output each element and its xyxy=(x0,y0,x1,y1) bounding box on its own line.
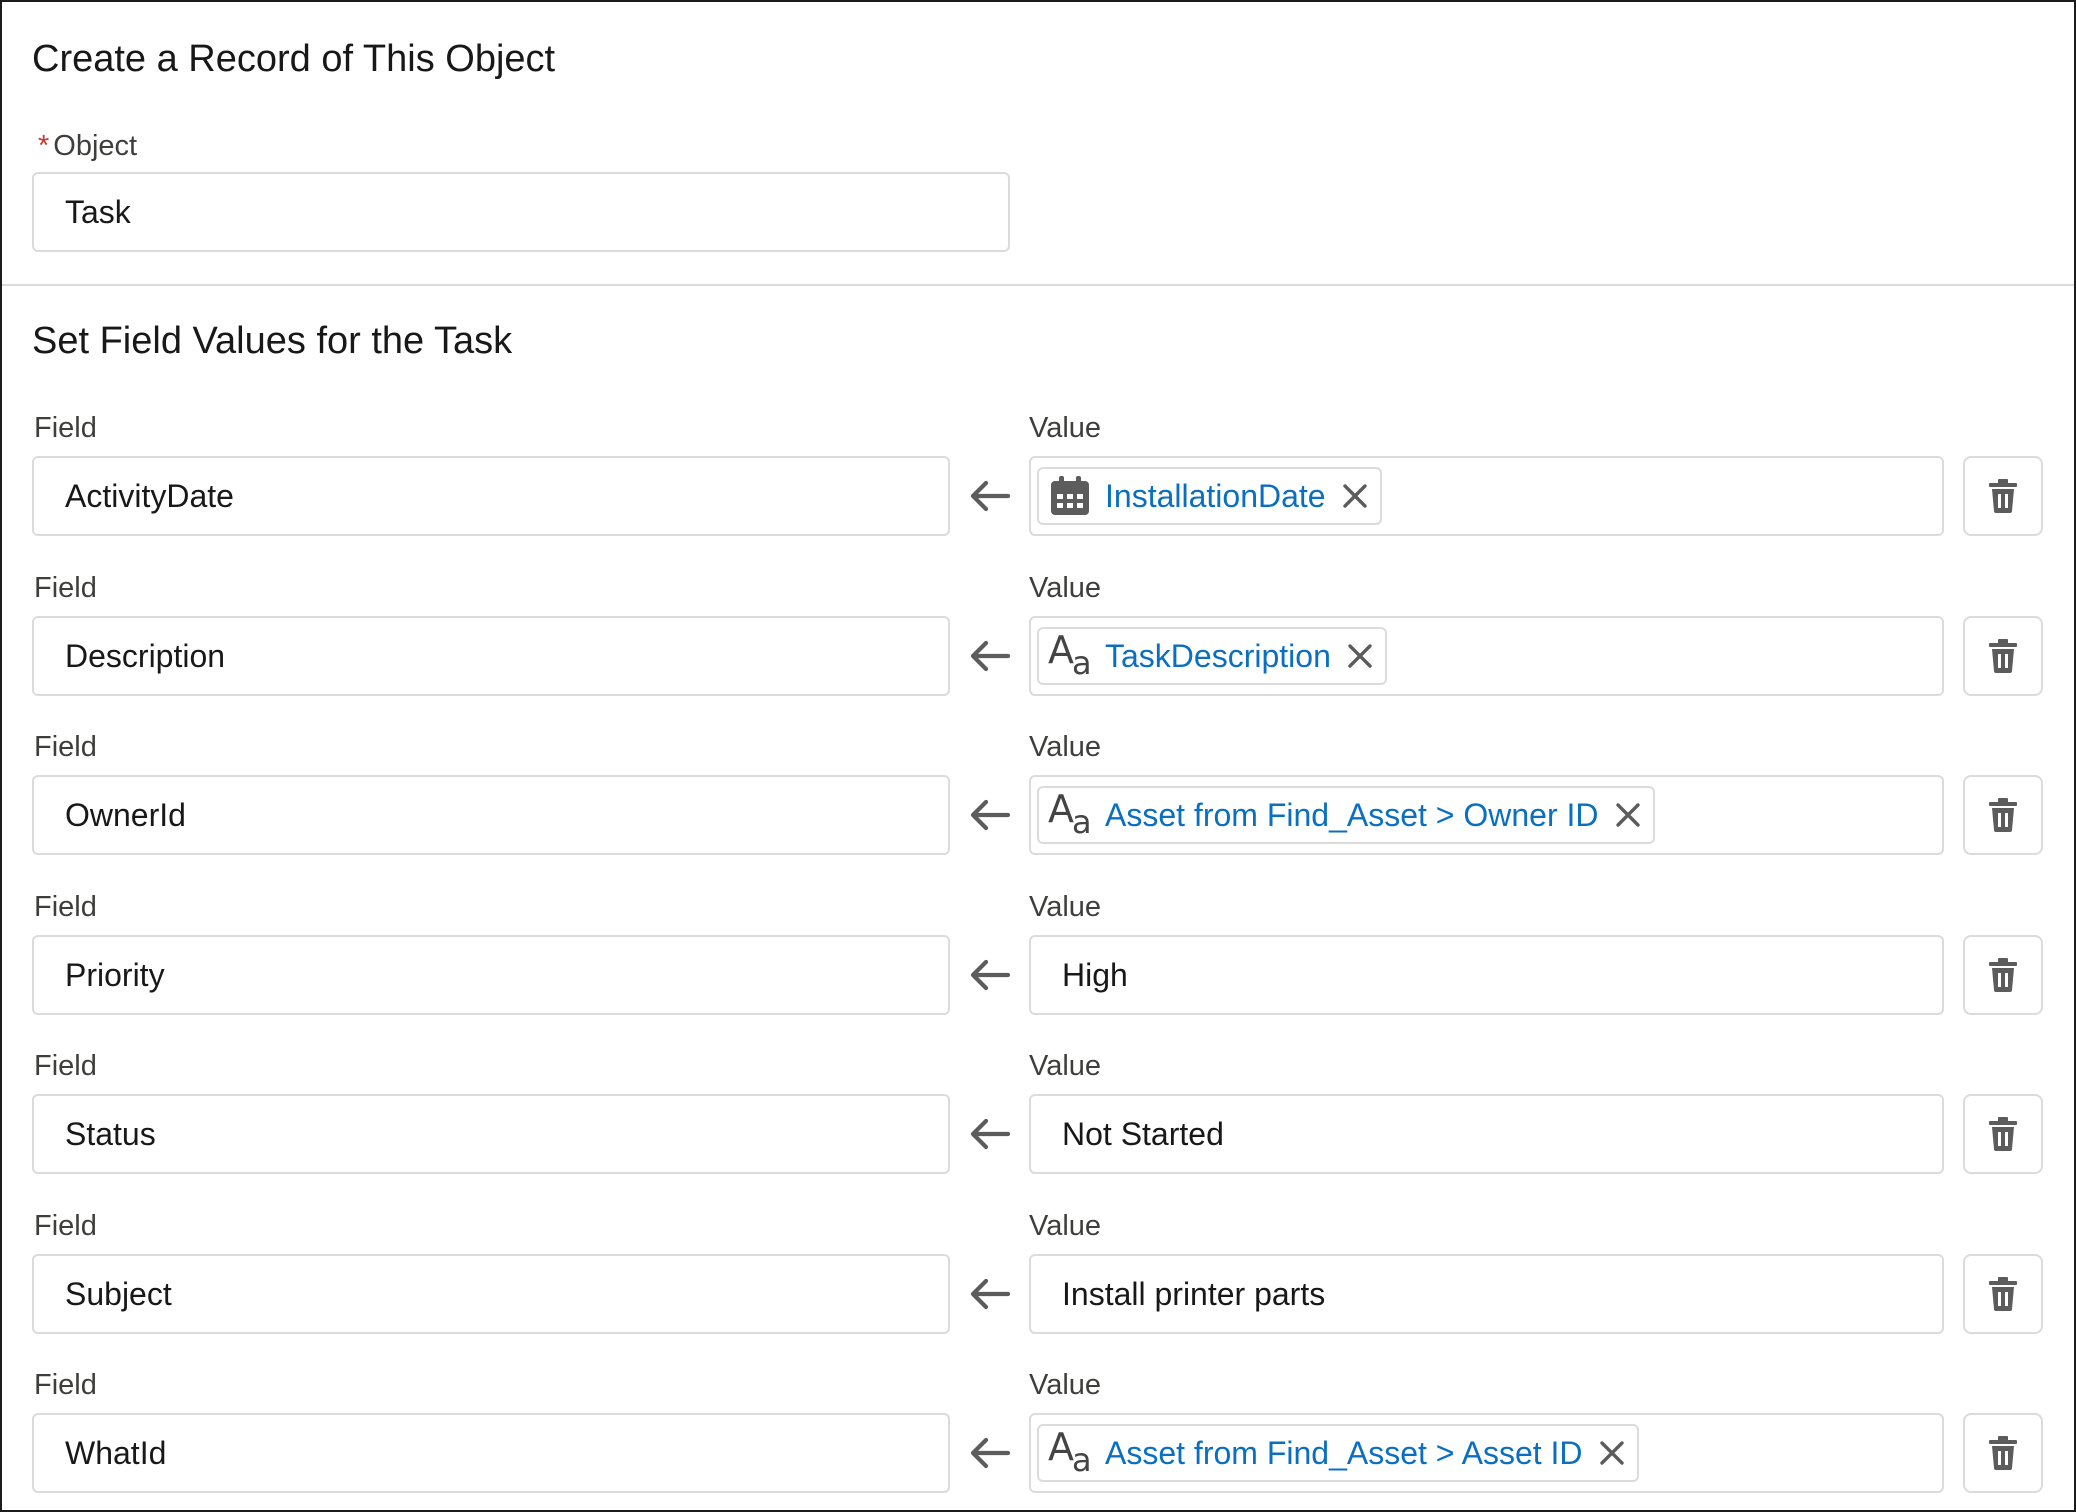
close-icon[interactable] xyxy=(1597,1438,1627,1468)
value-label: Value xyxy=(1029,1210,1102,1242)
value-input[interactable]: High xyxy=(1029,935,1944,1015)
field-input[interactable]: Status xyxy=(32,1094,950,1174)
value-input[interactable]: Not Started xyxy=(1029,1094,1944,1174)
object-label: * Object xyxy=(38,130,137,163)
resource-pill-label: Asset from Find_Asset > Owner ID xyxy=(1105,796,1599,833)
object-input-value: Task xyxy=(65,193,131,230)
field-label: Field xyxy=(34,412,97,444)
field-label: Field xyxy=(34,1050,97,1082)
delete-row-button[interactable] xyxy=(1963,1254,2043,1334)
resource-pill[interactable]: Aa TaskDescription xyxy=(1037,627,1387,685)
field-label: Field xyxy=(34,572,97,604)
arrow-left-icon xyxy=(968,953,1012,997)
resource-pill[interactable]: InstallationDate xyxy=(1037,467,1382,525)
value-input[interactable]: InstallationDate xyxy=(1029,456,1944,536)
value-input-text: Install printer parts xyxy=(1062,1275,1326,1312)
arrow-left-icon xyxy=(968,1272,1012,1316)
resource-pill-label: TaskDescription xyxy=(1105,637,1331,674)
field-input-value: Description xyxy=(65,637,226,674)
close-icon[interactable] xyxy=(1340,481,1370,511)
field-label: Field xyxy=(34,891,97,923)
value-label: Value xyxy=(1029,891,1102,923)
trash-icon xyxy=(1986,1435,2020,1471)
value-input[interactable]: Aa Asset from Find_Asset > Asset ID xyxy=(1029,1413,1944,1493)
resource-pill-label: InstallationDate xyxy=(1105,477,1326,514)
arrow-left-icon xyxy=(968,793,1012,837)
field-input[interactable]: ActivityDate xyxy=(32,456,950,536)
value-input-text: Not Started xyxy=(1062,1115,1224,1152)
trash-icon xyxy=(1986,797,2020,833)
delete-row-button[interactable] xyxy=(1963,935,2043,1015)
field-input[interactable]: Subject xyxy=(32,1254,950,1334)
object-input[interactable]: Task xyxy=(32,172,1010,252)
field-input-value: Subject xyxy=(65,1275,172,1312)
trash-icon xyxy=(1986,957,2020,993)
text-format-icon: Aa xyxy=(1048,628,1092,682)
delete-row-button[interactable] xyxy=(1963,1094,2043,1174)
field-input-value: Priority xyxy=(65,956,165,993)
section-divider xyxy=(2,284,2074,286)
value-label: Value xyxy=(1029,1050,1102,1082)
field-input-value: OwnerId xyxy=(65,796,186,833)
field-input-value: WhatId xyxy=(65,1434,167,1471)
calendar-icon xyxy=(1045,471,1095,521)
resource-pill[interactable]: Aa Asset from Find_Asset > Asset ID xyxy=(1037,1424,1639,1482)
field-input[interactable]: WhatId xyxy=(32,1413,950,1493)
resource-pill[interactable]: Aa Asset from Find_Asset > Owner ID xyxy=(1037,786,1655,844)
value-label: Value xyxy=(1029,731,1102,763)
close-icon[interactable] xyxy=(1613,800,1643,830)
create-record-heading: Create a Record of This Object xyxy=(32,38,556,80)
trash-icon xyxy=(1986,638,2020,674)
text-format-icon: Aa xyxy=(1048,1425,1092,1479)
value-label: Value xyxy=(1029,412,1102,444)
arrow-left-icon xyxy=(968,474,1012,518)
delete-row-button[interactable] xyxy=(1963,456,2043,536)
trash-icon xyxy=(1986,1276,2020,1312)
value-input[interactable]: Aa Asset from Find_Asset > Owner ID xyxy=(1029,775,1944,855)
resource-pill-label: Asset from Find_Asset > Asset ID xyxy=(1105,1434,1583,1471)
field-input[interactable]: Description xyxy=(32,616,950,696)
arrow-left-icon xyxy=(968,1431,1012,1475)
trash-icon xyxy=(1986,1116,2020,1152)
arrow-left-icon xyxy=(968,634,1012,678)
delete-row-button[interactable] xyxy=(1963,616,2043,696)
value-input[interactable]: Aa TaskDescription xyxy=(1029,616,1944,696)
field-label: Field xyxy=(34,1210,97,1242)
value-label: Value xyxy=(1029,1369,1102,1401)
delete-row-button[interactable] xyxy=(1963,1413,2043,1493)
field-input[interactable]: Priority xyxy=(32,935,950,1015)
delete-row-button[interactable] xyxy=(1963,775,2043,855)
trash-icon xyxy=(1986,478,2020,514)
field-label: Field xyxy=(34,1369,97,1401)
field-input-value: Status xyxy=(65,1115,156,1152)
object-label-text: Object xyxy=(53,130,138,162)
value-input[interactable]: Install printer parts xyxy=(1029,1254,1944,1334)
field-input[interactable]: OwnerId xyxy=(32,775,950,855)
field-input-value: ActivityDate xyxy=(65,477,234,514)
record-create-panel: Create a Record of This Object * Object T… xyxy=(0,0,2076,1512)
field-label: Field xyxy=(34,731,97,763)
set-field-values-heading: Set Field Values for the Task xyxy=(32,320,513,362)
required-indicator: * xyxy=(38,130,50,162)
text-format-icon: Aa xyxy=(1048,787,1092,841)
close-icon[interactable] xyxy=(1345,641,1375,671)
arrow-left-icon xyxy=(968,1112,1012,1156)
value-input-text: High xyxy=(1062,956,1128,993)
value-label: Value xyxy=(1029,572,1102,604)
